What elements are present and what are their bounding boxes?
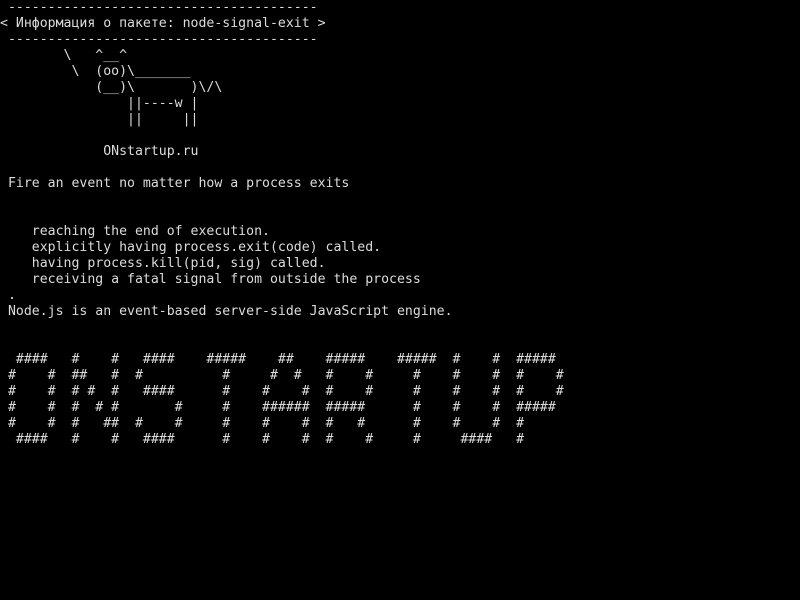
banner-border-bottom: --------------------------------------- (0, 32, 318, 47)
description-line: Node.js is an event-based server-side Ja… (0, 304, 453, 319)
site-name: ONstartup.ru (0, 144, 199, 159)
cowsay-art-line: ||----w | (0, 96, 199, 111)
ascii-banner-line: # # ## # # # # # # # # # # # # (0, 368, 564, 383)
description-line: receiving a fatal signal from outside th… (0, 272, 421, 287)
description-line: reaching the end of execution. (0, 224, 270, 239)
ascii-banner-line: # # # # # #### # # # # # # # # # # (0, 384, 564, 399)
cowsay-art-line: (__)\ )\/\ (0, 80, 223, 95)
terminal-screen[interactable]: --------------------------------------- … (0, 0, 800, 600)
ascii-banner-line: # # # # # # # ###### ##### # # # ##### (0, 400, 556, 415)
package-summary: Fire an event no matter how a process ex… (0, 176, 350, 191)
ascii-banner-line: # # # ## # # # # # # # # # # # (0, 416, 525, 431)
description-line: explicitly having process.exit(code) cal… (0, 240, 382, 255)
cowsay-art-line: \ (oo)\_______ (0, 64, 191, 79)
banner-title: < Информация о пакете: node-signal-exit … (0, 16, 326, 31)
ascii-banner-line: #### # # #### # # # # # # #### # (0, 432, 525, 447)
description-separator: . (0, 288, 16, 303)
description-line: having process.kill(pid, sig) called. (0, 256, 326, 271)
ascii-banner-line: #### # # #### ##### ## ##### ##### # # #… (0, 352, 556, 367)
cowsay-art-line: \ ^__^ (0, 48, 128, 63)
cowsay-art-line: || || (0, 112, 199, 127)
banner-border-top: --------------------------------------- (0, 0, 318, 15)
